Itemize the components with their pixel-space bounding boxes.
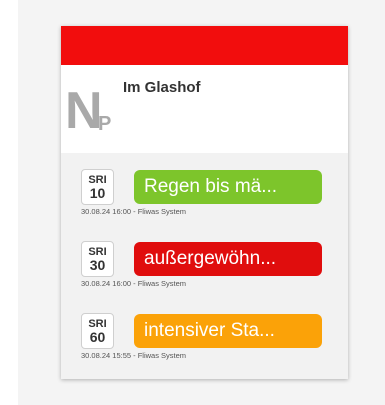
warning-text-pill[interactable]: intensiver Sta... — [134, 314, 322, 348]
warning-meta: 30.08.24 15:55 - Fliwas System — [81, 351, 187, 360]
warning-item[interactable]: SRI 30 außergewöhn... 30.08.24 16:00 - F… — [61, 241, 348, 313]
warning-meta: 30.08.24 16:00 - Fliwas System — [81, 279, 187, 288]
warning-text-pill[interactable]: Regen bis mä... — [134, 170, 322, 204]
sri-value: 60 — [89, 329, 106, 345]
warning-item[interactable]: SRI 10 Regen bis mä... 30.08.24 16:00 - … — [61, 169, 348, 241]
warning-item[interactable]: SRI 60 intensiver Sta... 30.08.24 15:55 … — [61, 313, 348, 385]
icon-letter-n: N — [65, 82, 103, 140]
gauge-station-icon: N P — [65, 79, 117, 143]
sri-value: 10 — [89, 185, 106, 201]
sri-value: 30 — [89, 257, 106, 273]
icon-letter-p: P — [98, 113, 112, 135]
sri-badge: SRI 10 — [81, 169, 114, 205]
card-header: N P Im Glashof — [61, 65, 348, 153]
warning-text-pill[interactable]: außergewöhn... — [134, 242, 322, 276]
sri-badge: SRI 60 — [81, 313, 114, 349]
sri-badge: SRI 30 — [81, 241, 114, 277]
station-title: Im Glashof — [123, 79, 201, 96]
warning-list: SRI 10 Regen bis mä... 30.08.24 16:00 - … — [61, 153, 348, 385]
warning-meta: 30.08.24 16:00 - Fliwas System — [81, 207, 187, 216]
card-status-bar — [61, 26, 348, 65]
station-card[interactable]: N P Im Glashof SRI 10 Regen bis mä... 30… — [61, 26, 348, 379]
